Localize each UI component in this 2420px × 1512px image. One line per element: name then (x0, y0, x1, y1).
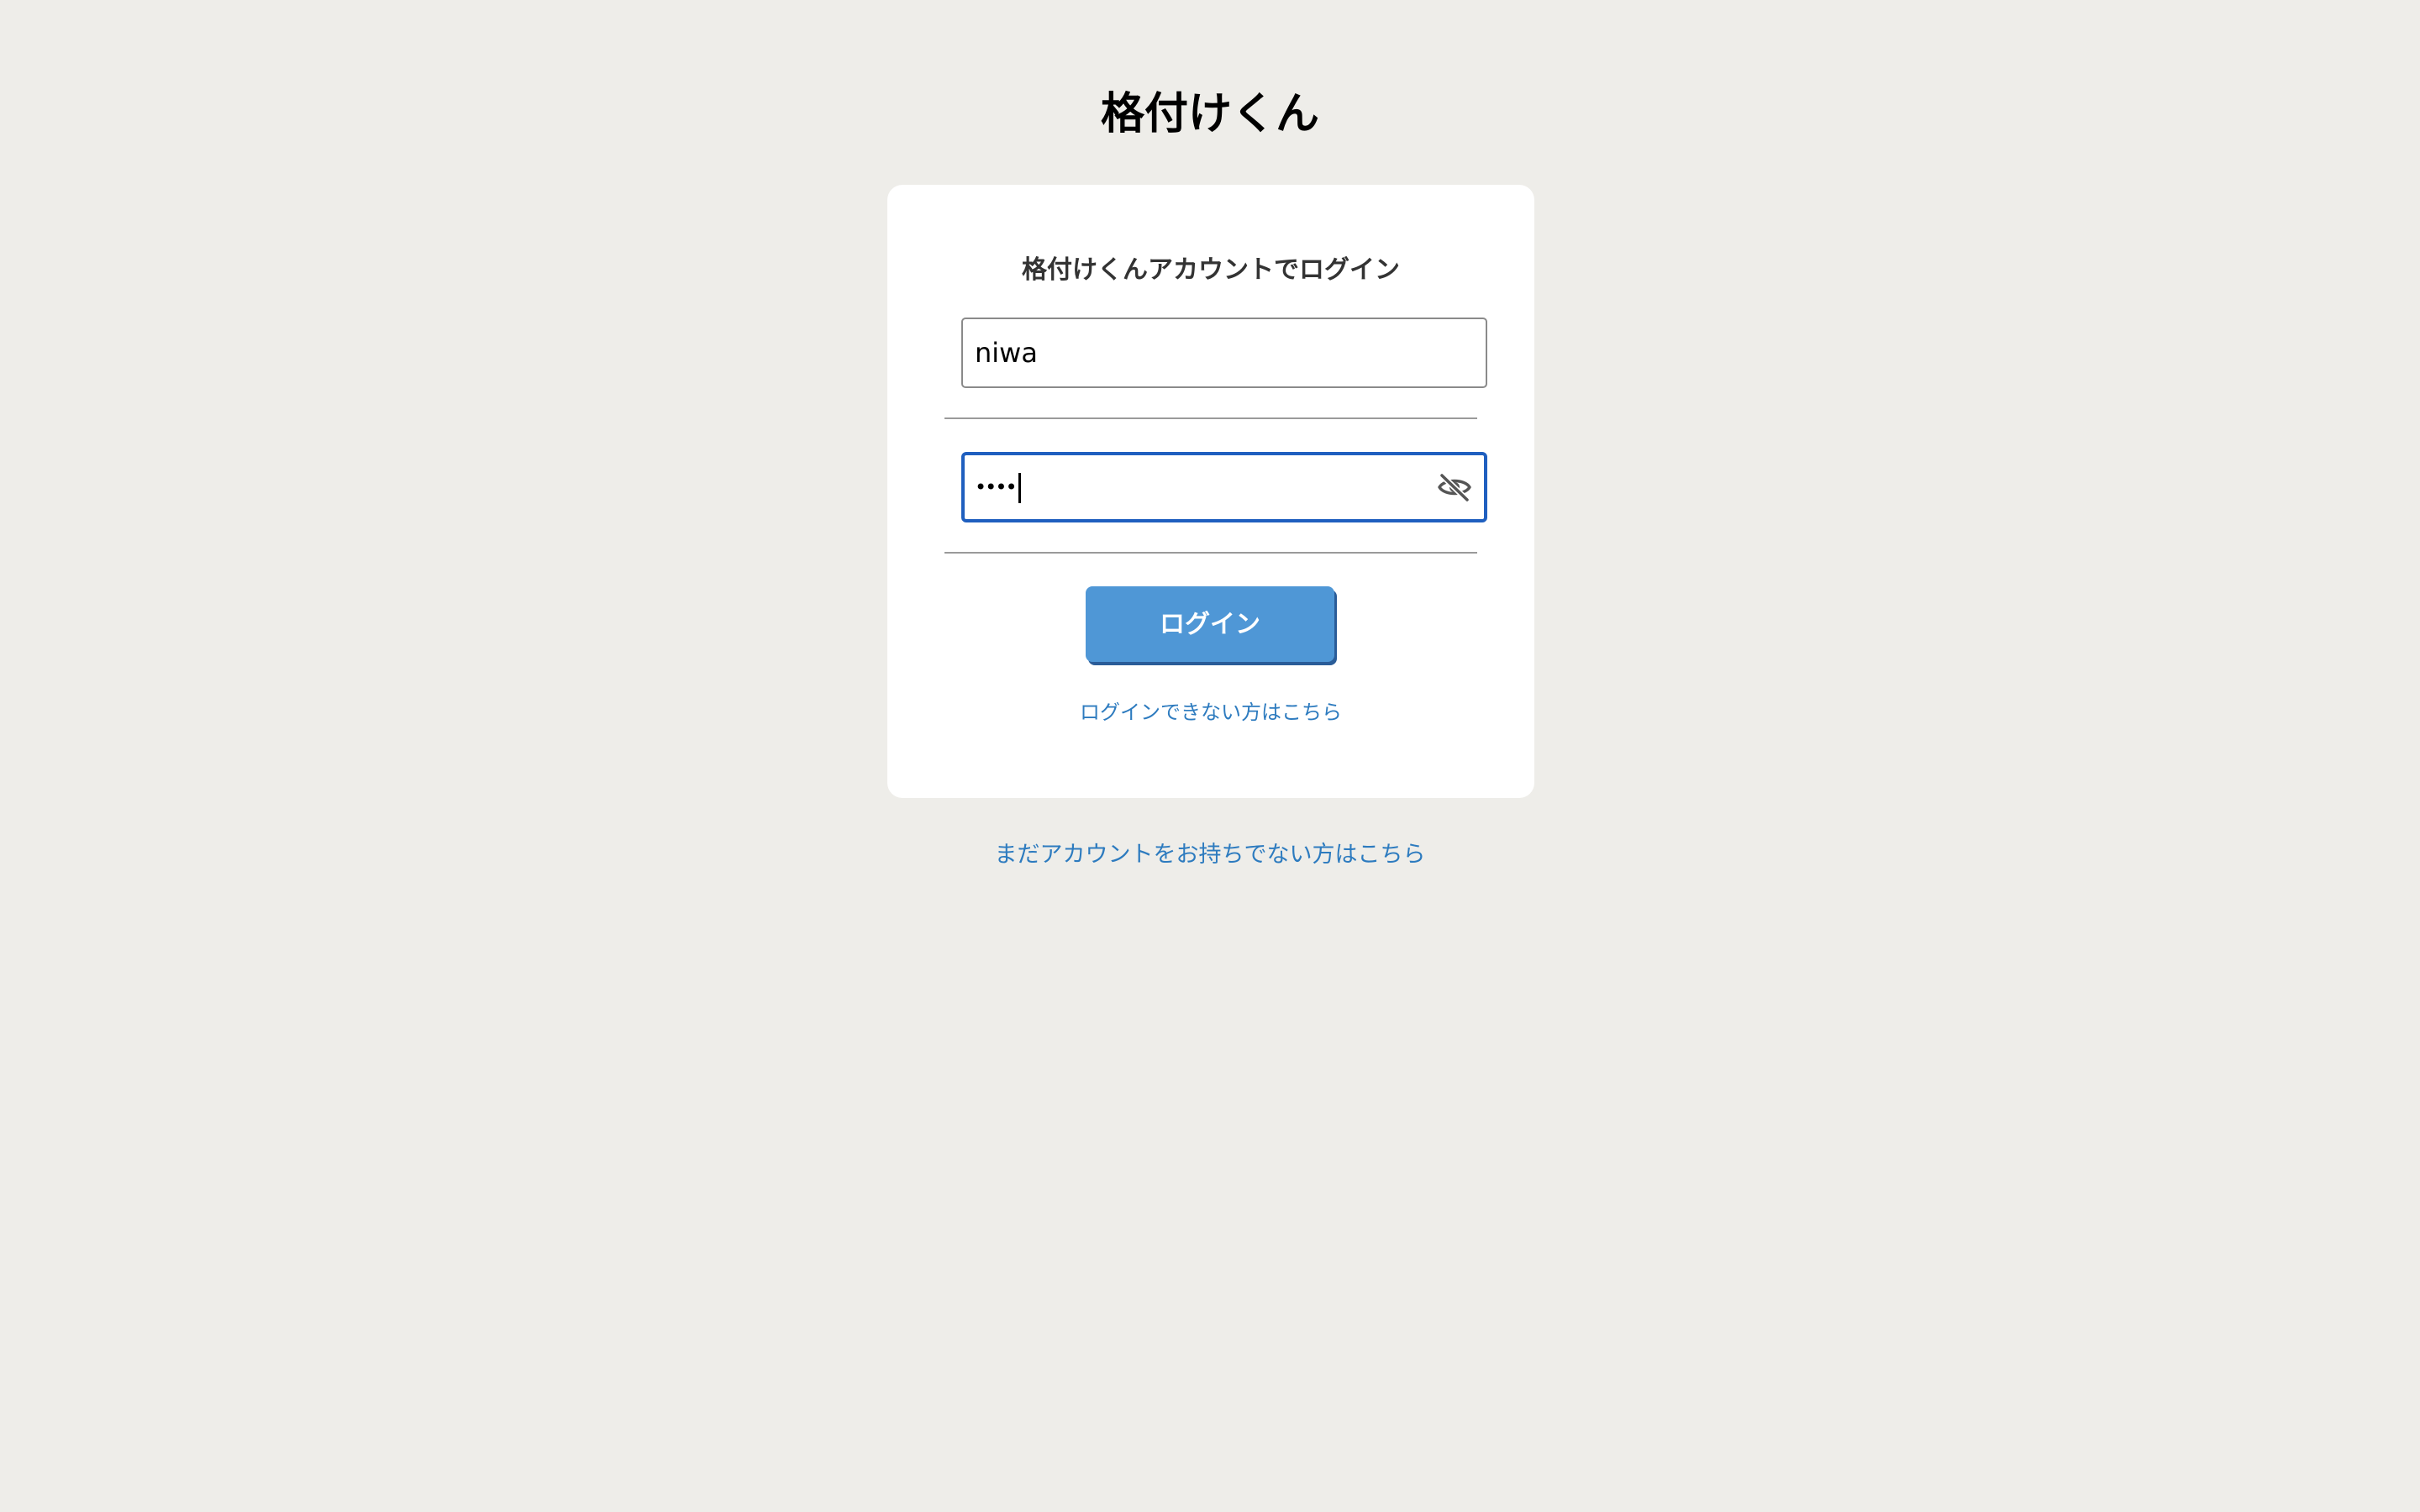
signup-link[interactable]: まだアカウントをお持ちでない方はこちら (995, 842, 1426, 868)
forgot-login-link[interactable]: ログインできない方はこちら (1080, 701, 1342, 724)
signup-link-wrapper: まだアカウントをお持ちでない方はこちら (0, 838, 2420, 872)
login-heading: 格付けくんアカウントでログイン (1022, 255, 1400, 285)
username-field[interactable]: niwa (961, 318, 1487, 388)
login-page: 格付けくん 格付けくんアカウントでログイン niwa •••• ログイン ログイ… (0, 0, 2420, 1512)
divider (944, 417, 1477, 419)
eye-slash-icon[interactable] (1437, 472, 1472, 503)
password-mask: •••• (975, 475, 1018, 499)
text-caret (1018, 473, 1021, 503)
login-card: 格付けくんアカウントでログイン niwa •••• ログイン ログインできない方… (887, 185, 1534, 798)
forgot-login-link-wrapper: ログインできない方はこちら (887, 697, 1534, 727)
app-title: 格付けくん (1100, 89, 1319, 139)
password-field[interactable]: •••• (961, 452, 1487, 522)
password-value: •••• (975, 455, 1021, 519)
username-value: niwa (975, 337, 1038, 369)
login-button[interactable]: ログイン (1086, 586, 1334, 662)
divider (944, 552, 1477, 554)
